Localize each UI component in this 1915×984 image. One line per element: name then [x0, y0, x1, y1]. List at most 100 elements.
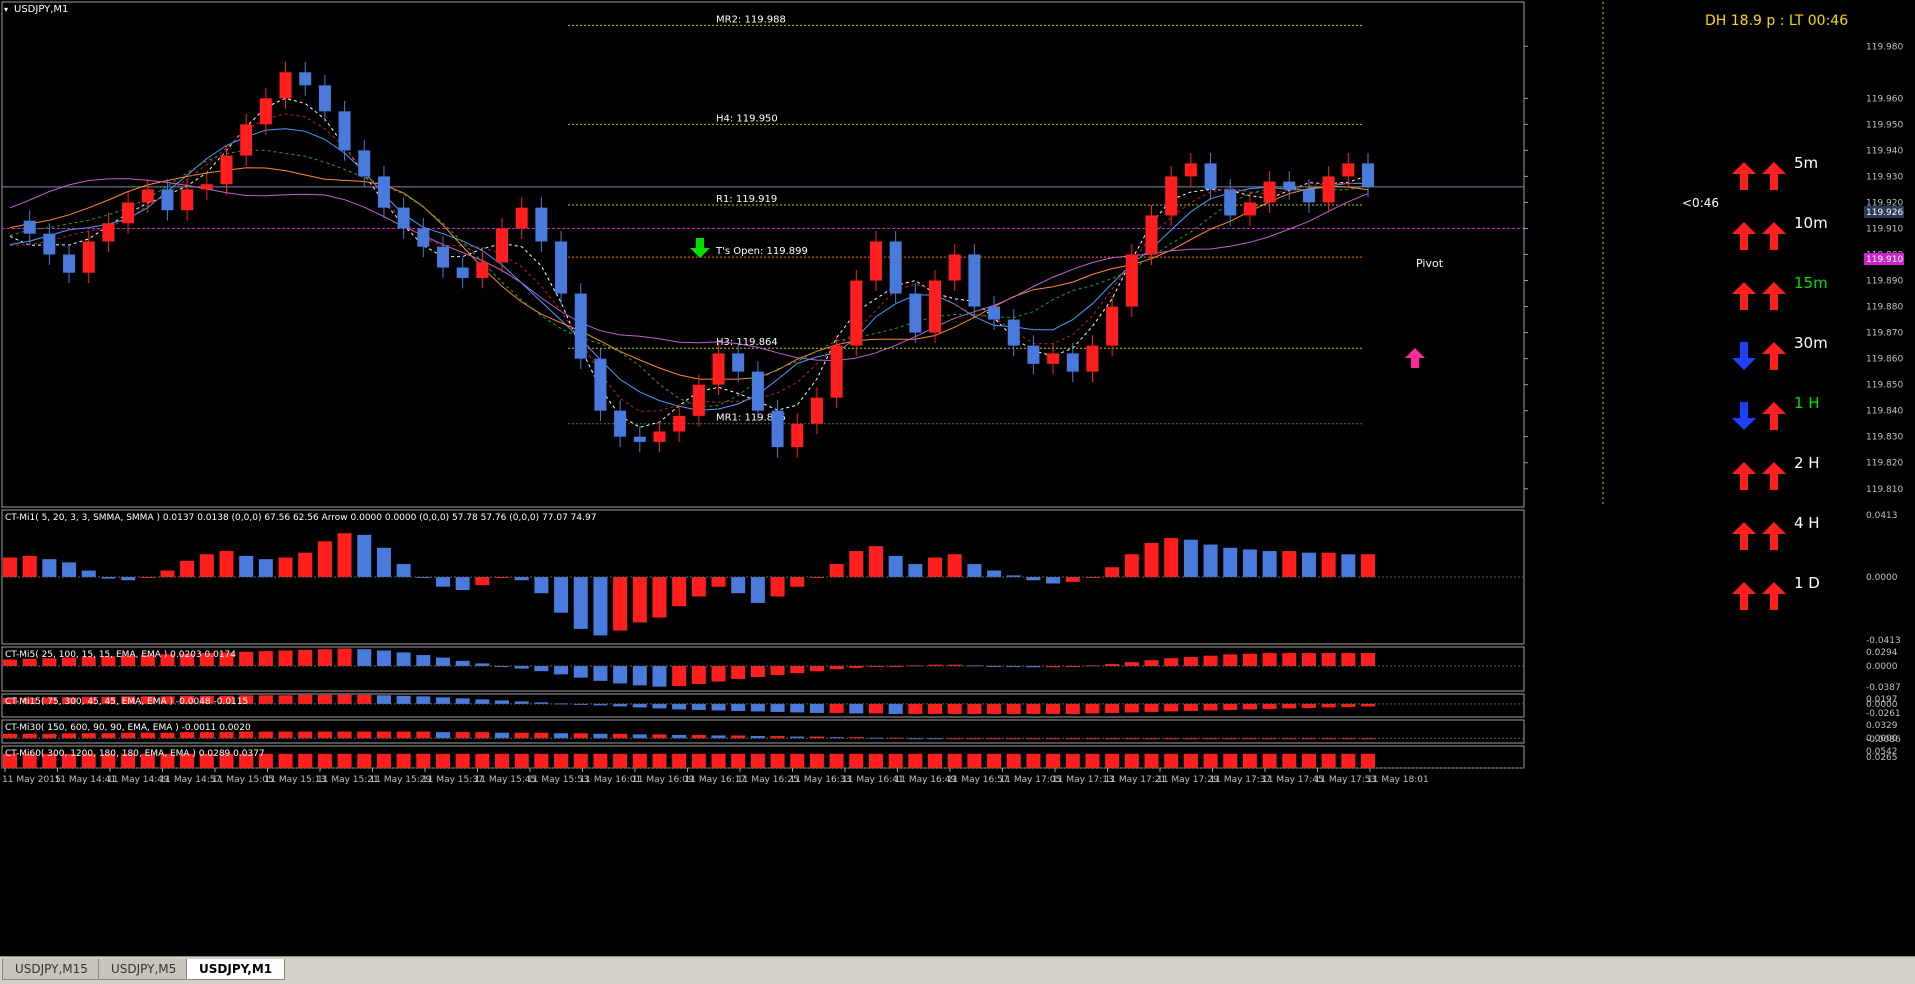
histogram-bar — [337, 753, 352, 768]
histogram-bar — [1262, 653, 1277, 666]
histogram-bar — [849, 703, 864, 714]
histogram-bar — [868, 546, 883, 577]
histogram-bar — [672, 665, 687, 687]
candle-body — [161, 189, 174, 211]
indicator-tick-label: -0.0086 — [1866, 735, 1901, 745]
histogram-bar — [967, 703, 982, 714]
histogram-bar — [593, 665, 608, 681]
arrow-up-icon — [1762, 402, 1786, 430]
histogram-bar — [1321, 703, 1336, 708]
histogram-bar — [475, 753, 490, 768]
candle-body — [240, 124, 253, 156]
histogram-bar — [1006, 753, 1021, 768]
tab-usdjpy-m15[interactable]: USDJPY,M15 — [2, 959, 101, 980]
candle-body — [63, 254, 76, 273]
histogram-bar — [514, 732, 529, 739]
histogram-bar — [809, 753, 824, 768]
indicator-pane-4: CT-Mi30( 150, 600, 90, 90, EMA, EMA ) -0… — [2, 721, 1901, 745]
histogram-bar — [987, 753, 1002, 768]
histogram-bar — [829, 703, 844, 713]
level-label-3: T's Open: 119.899 — [715, 246, 808, 257]
histogram-bar — [396, 753, 411, 768]
histogram-bar — [1282, 551, 1297, 577]
histogram-bar — [868, 703, 883, 714]
timeframe-row: 15m — [1732, 274, 1852, 310]
histogram-bar — [1144, 660, 1159, 666]
histogram-bar — [317, 753, 332, 768]
histogram-bar — [652, 703, 667, 709]
histogram-bar — [554, 703, 569, 705]
histogram-bar — [1242, 653, 1257, 666]
tab-usdjpy-m5[interactable]: USDJPY,M5 — [98, 959, 190, 980]
histogram-bar — [790, 753, 805, 768]
histogram-bar — [711, 703, 726, 711]
candle-body — [1362, 163, 1374, 187]
histogram-bar — [652, 577, 667, 618]
indicator-tick-label: 0.0294 — [1866, 648, 1898, 658]
histogram-bar — [357, 753, 372, 768]
candle-body — [496, 228, 509, 263]
histogram-bar — [928, 557, 943, 577]
histogram-bar — [1262, 703, 1277, 709]
histogram-bar — [121, 732, 136, 739]
histogram-bar — [1321, 653, 1336, 666]
arrow-up-icon — [1732, 222, 1756, 250]
histogram-bar — [554, 733, 569, 739]
histogram-bar — [1046, 753, 1061, 768]
histogram-bar — [416, 731, 431, 739]
histogram-bar — [829, 753, 844, 768]
chart-area[interactable]: MR2: 119.988 H4: 119.950 R1: 119.919 T's Op… — [0, 0, 1915, 956]
candle-body — [1263, 181, 1276, 203]
histogram-bar — [376, 547, 391, 577]
histogram-bar — [495, 700, 510, 704]
histogram-bar — [1105, 567, 1120, 577]
timeframe-row: 4 H — [1732, 514, 1852, 550]
histogram-bar — [376, 650, 391, 666]
indicator-pane-3: CT-Mi15( 75, 300, 45, 45, EMA, EMA ) -0.… — [2, 694, 1901, 719]
histogram-bar — [258, 651, 273, 666]
histogram-bar — [868, 753, 883, 768]
price-tick-label: 119.930 — [1866, 172, 1903, 182]
histogram-bar — [317, 731, 332, 739]
candle-body — [653, 431, 666, 442]
histogram-bar — [298, 731, 313, 739]
window-menu-icon[interactable]: ▾ — [4, 5, 8, 14]
histogram-bar — [554, 577, 569, 613]
tab-usdjpy-m1[interactable]: USDJPY,M1 — [186, 959, 286, 980]
histogram-bar — [1262, 753, 1277, 768]
indicator-panes[interactable]: CT-Mi1( 5, 20, 3, 3, SMMA, SMMA ) 0.0137… — [2, 511, 1901, 769]
histogram-bar — [967, 753, 982, 768]
candle-body — [259, 98, 272, 125]
time-axis: 11 May 201511 May 14:4111 May 14:4911 Ma… — [2, 768, 1429, 785]
candle-body — [1165, 176, 1178, 216]
histogram-bar — [435, 577, 450, 587]
histogram-bar — [1065, 577, 1080, 582]
histogram-bar — [1144, 542, 1159, 577]
histogram-bar — [1183, 656, 1198, 666]
timeframe-label: 30m — [1794, 334, 1828, 352]
price-tick-label: 119.810 — [1866, 485, 1903, 495]
histogram-bar — [987, 570, 1002, 577]
histogram-bar — [672, 753, 687, 768]
candle-body — [82, 241, 95, 273]
main-price-pane[interactable]: MR2: 119.988 H4: 119.950 R1: 119.919 T's Op… — [2, 2, 1903, 507]
indicator-title: CT-Mi5( 25, 100, 15, 15, EMA, EMA ) 0.02… — [5, 650, 236, 660]
candle-body — [574, 293, 587, 359]
arrow-down-icon — [1732, 342, 1756, 370]
histogram-bar — [337, 648, 352, 666]
histogram-bar — [357, 694, 372, 704]
window-title: USDJPY,M1 — [14, 4, 68, 15]
histogram-bar — [435, 697, 450, 704]
histogram-bar — [1361, 554, 1375, 577]
histogram-bar — [239, 555, 254, 577]
histogram-bar — [3, 733, 17, 739]
histogram-bar — [750, 665, 765, 677]
timeframe-row: 5m — [1732, 154, 1852, 190]
candle-body — [122, 202, 135, 224]
arrow-down-icon — [1732, 402, 1756, 430]
indicator-tick-label: 0.0000 — [1866, 573, 1898, 583]
histogram-bar — [928, 703, 943, 714]
histogram-bar — [691, 665, 706, 685]
histogram-bar — [1124, 703, 1139, 713]
candle-body — [732, 353, 745, 372]
